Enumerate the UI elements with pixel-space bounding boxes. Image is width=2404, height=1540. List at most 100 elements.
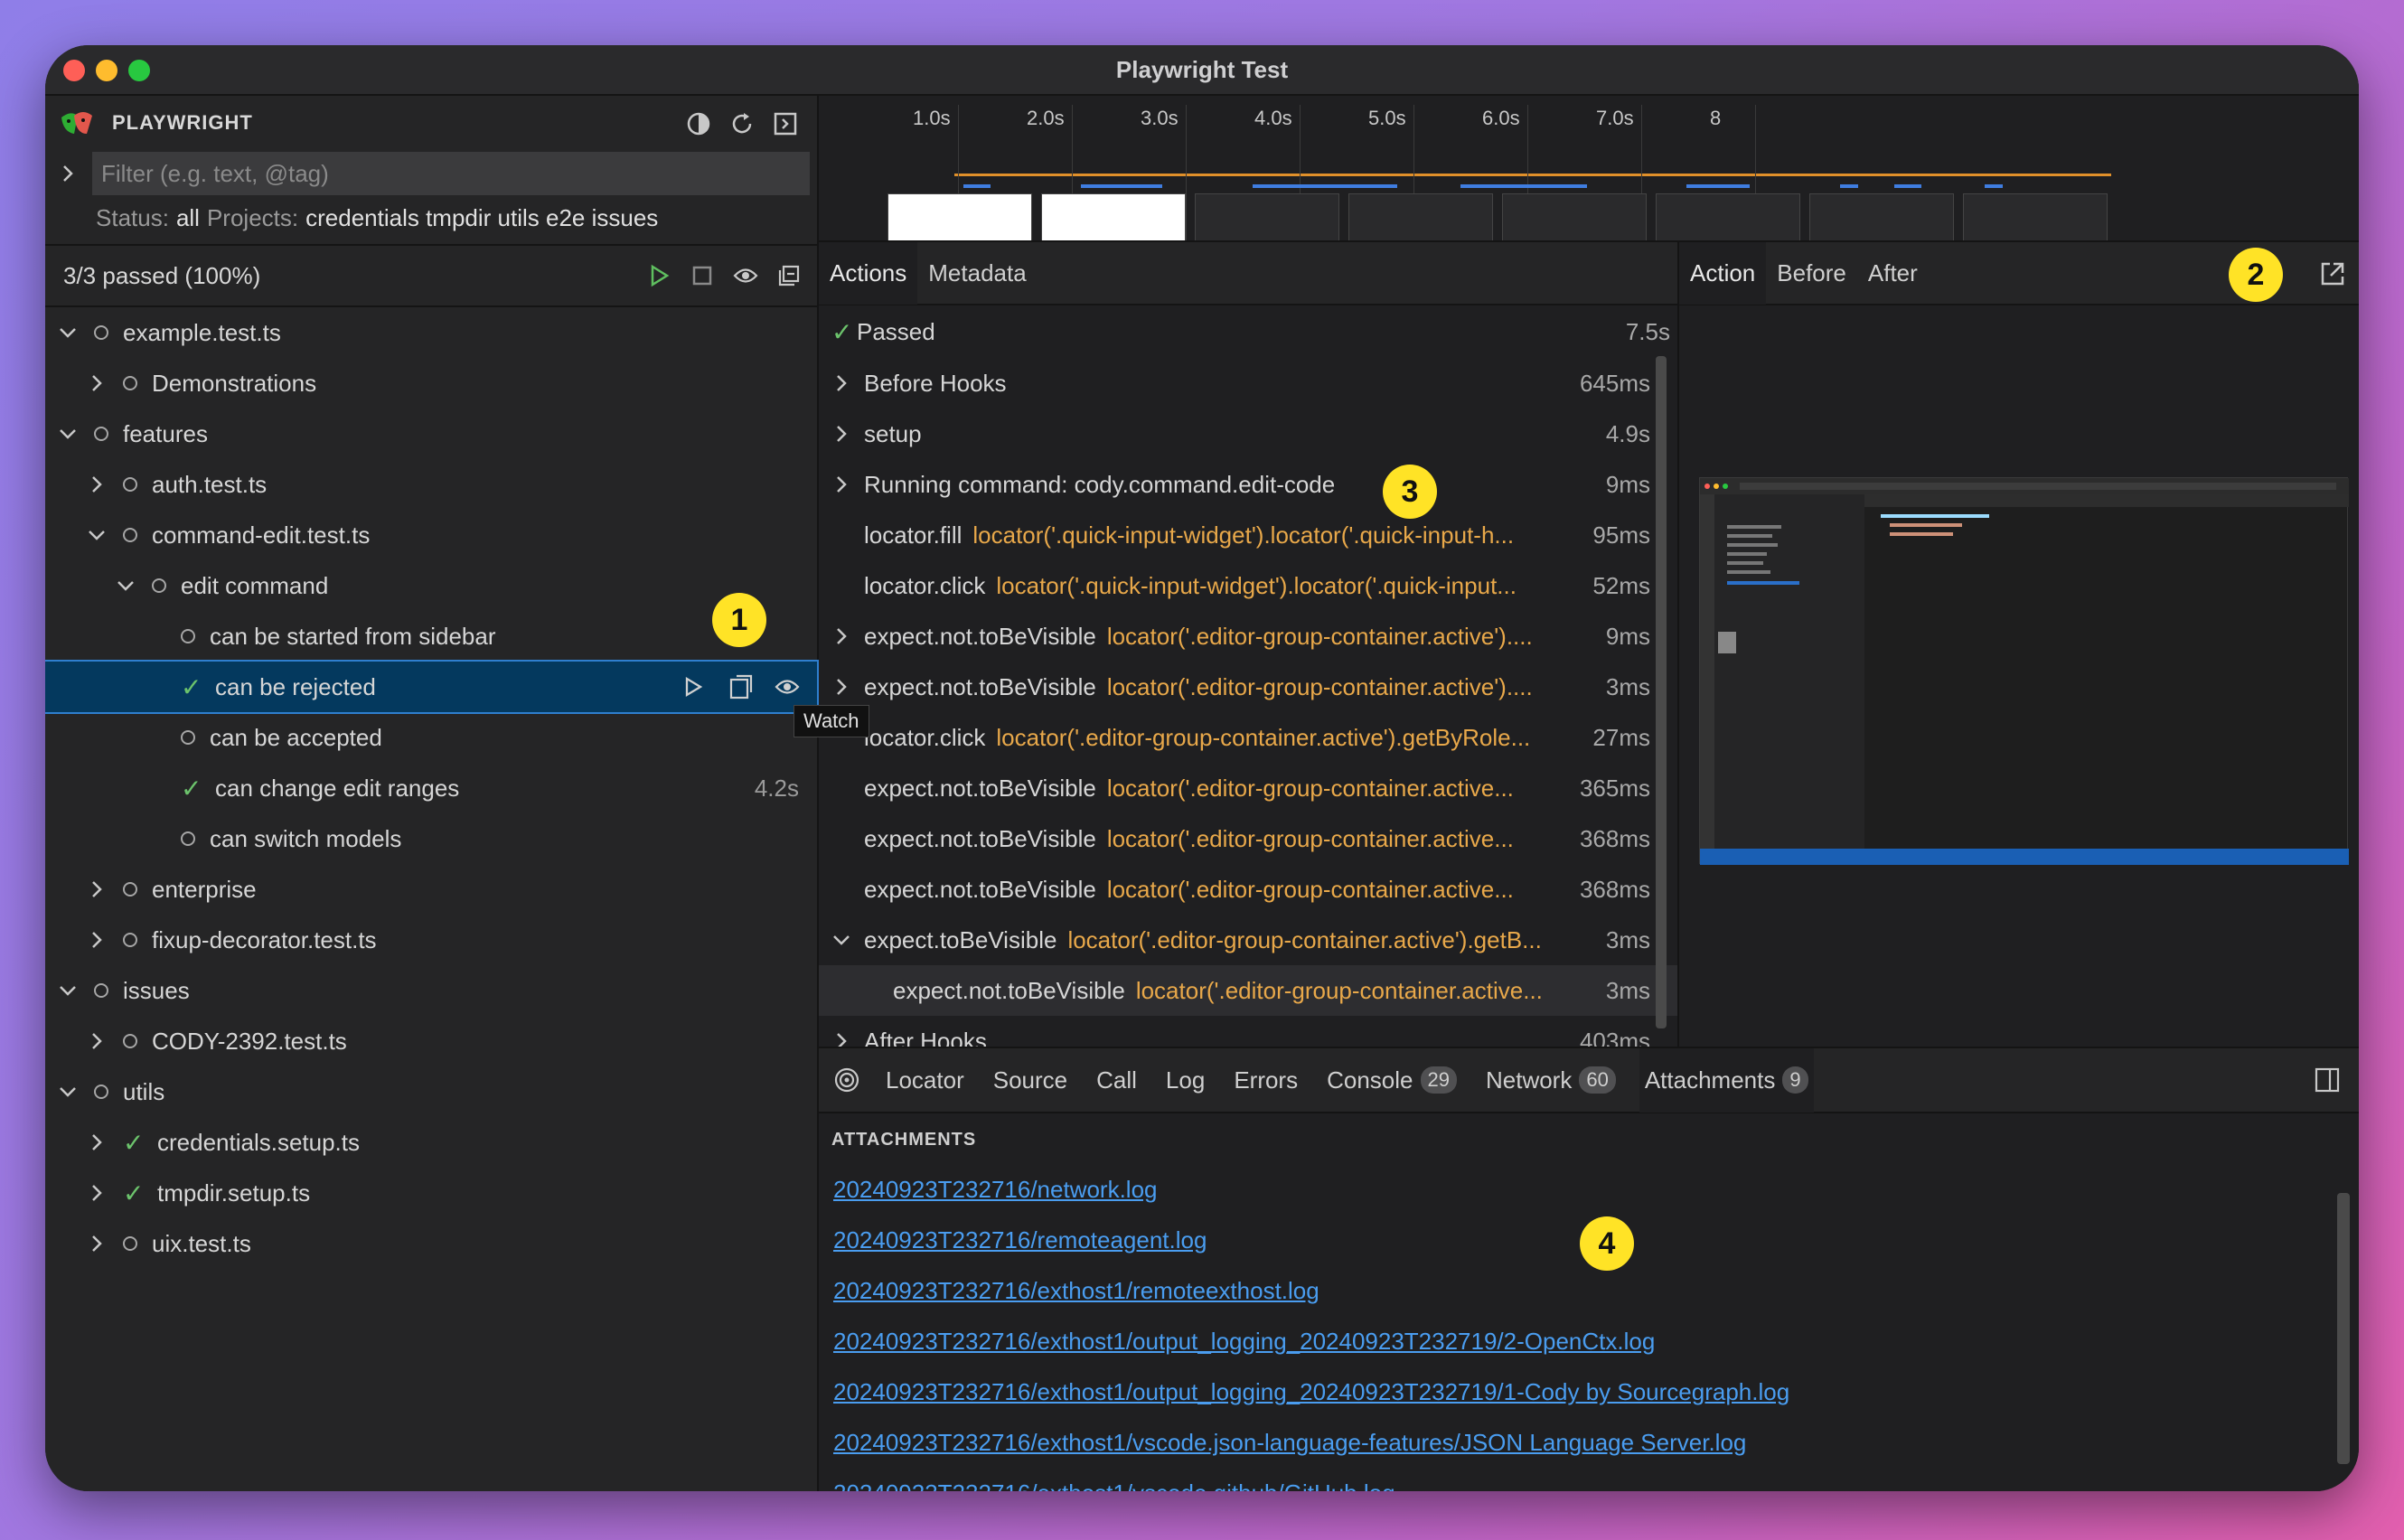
zoom-window-button[interactable] — [128, 60, 150, 81]
chevron-down-icon[interactable] — [87, 525, 107, 545]
open-snapshot-icon[interactable] — [2317, 258, 2348, 289]
tab-console[interactable]: Console 29 — [1321, 1048, 1462, 1113]
chevron-right-icon[interactable] — [87, 373, 107, 393]
tree-item[interactable]: can be accepted — [45, 712, 817, 763]
attachment-link[interactable]: 20240923T232716/exthost1/vscode.json-lan… — [819, 1417, 2359, 1468]
tab-metadata[interactable]: Metadata — [917, 242, 1037, 305]
chevron-down-icon[interactable] — [58, 424, 78, 444]
chevron-right-icon[interactable] — [831, 424, 851, 444]
tab-after[interactable]: After — [1857, 242, 1929, 305]
tree-item[interactable]: Demonstrations — [45, 358, 817, 408]
chevron-down-icon[interactable] — [58, 981, 78, 1000]
chevron-right-icon[interactable] — [87, 1132, 107, 1152]
minimize-window-button[interactable] — [96, 60, 117, 81]
action-row[interactable]: locator.click locator('.editor-group-cont… — [819, 712, 1677, 763]
chevron-right-icon[interactable] — [831, 474, 851, 494]
chevron-down-icon[interactable] — [58, 323, 78, 343]
chevron-down-icon[interactable] — [831, 930, 851, 950]
tree-item[interactable]: command-edit.test.ts — [45, 510, 817, 560]
tree-item[interactable]: issues — [45, 965, 817, 1016]
chevron-right-icon[interactable] — [831, 626, 851, 646]
timeline-screenshot-frame[interactable] — [1809, 193, 1954, 240]
timeline-screenshot-frame[interactable] — [1656, 193, 1800, 240]
attachment-link[interactable]: 20240923T232716/exthost1/remoteexthost.l… — [819, 1265, 2359, 1316]
tree-item[interactable]: utils — [45, 1066, 817, 1117]
chevron-right-icon[interactable] — [831, 677, 851, 697]
action-row[interactable]: Running command: cody.command.edit-code 9… — [819, 459, 1677, 510]
action-row[interactable]: Before Hooks 645ms — [819, 358, 1677, 408]
chevron-right-icon[interactable] — [87, 474, 107, 494]
chevron-right-icon[interactable] — [87, 1234, 107, 1254]
watch-all-icon[interactable] — [730, 260, 761, 291]
tab-log[interactable]: Log — [1160, 1048, 1210, 1113]
theme-toggle-icon[interactable] — [683, 108, 714, 139]
chevron-right-icon[interactable] — [87, 1031, 107, 1051]
tree-item[interactable]: CODY-2392.test.ts — [45, 1016, 817, 1066]
tree-item[interactable]: edit command — [45, 560, 817, 611]
action-row[interactable]: expect.not.toBeVisible locator('.editor-g… — [819, 662, 1677, 712]
attachment-link[interactable]: 20240923T232716/network.log — [819, 1164, 2359, 1215]
close-window-button[interactable] — [63, 60, 85, 81]
projects-value[interactable]: credentials tmpdir utils e2e issues — [305, 204, 658, 232]
status-filter-line[interactable]: Status: all Projects: credentials tmpdir… — [45, 197, 817, 239]
tree-item[interactable]: enterprise — [45, 864, 817, 915]
tab-network[interactable]: Network 60 — [1480, 1048, 1621, 1113]
pick-locator-icon[interactable] — [831, 1065, 862, 1095]
chevron-right-icon[interactable] — [831, 373, 851, 393]
tab-action[interactable]: Action — [1679, 242, 1767, 305]
timeline-screenshot-frame[interactable] — [1041, 193, 1186, 240]
action-row[interactable]: locator.click locator('.quick-input-widge… — [819, 560, 1677, 611]
run-test-icon[interactable] — [678, 671, 709, 702]
chevron-down-icon[interactable] — [58, 1082, 78, 1102]
timeline-screenshot-frame[interactable] — [1195, 193, 1339, 240]
tab-errors[interactable]: Errors — [1228, 1048, 1303, 1113]
chevron-right-icon[interactable] — [87, 930, 107, 950]
tree-item[interactable]: example.test.ts — [45, 307, 817, 358]
watch-test-icon[interactable] — [772, 671, 803, 702]
attachment-link[interactable]: 20240923T232716/exthost1/output_logging_… — [819, 1366, 2359, 1417]
stop-icon[interactable] — [687, 260, 718, 291]
collapse-sidebar-icon[interactable] — [770, 108, 801, 139]
action-row[interactable]: locator.fill locator('.quick-input-widget… — [819, 510, 1677, 560]
tree-item[interactable]: uix.test.ts — [45, 1218, 817, 1269]
reload-icon[interactable] — [727, 108, 757, 139]
action-row[interactable]: expect.toBeVisible locator('.editor-group… — [819, 915, 1677, 965]
tree-item[interactable]: ✓ tmpdir.setup.ts — [45, 1168, 817, 1218]
action-row[interactable]: expect.not.toBeVisible locator('.editor-g… — [819, 813, 1677, 864]
chevron-right-icon[interactable] — [87, 879, 107, 899]
actions-scrollbar[interactable] — [1656, 356, 1667, 1028]
tab-call[interactable]: Call — [1091, 1048, 1142, 1113]
tab-source[interactable]: Source — [988, 1048, 1073, 1113]
tree-item[interactable]: ✓ can be rejected — [45, 660, 819, 714]
tab-actions[interactable]: Actions — [819, 242, 918, 305]
action-row[interactable]: After Hooks 403ms — [819, 1016, 1677, 1047]
chevron-right-icon[interactable] — [87, 1183, 107, 1203]
action-row[interactable]: expect.not.toBeVisible locator('.editor-g… — [819, 864, 1677, 915]
tree-item[interactable]: ✓ credentials.setup.ts — [45, 1117, 817, 1168]
tree-item[interactable]: ✓ can change edit ranges 4.2s — [45, 763, 817, 813]
toggle-layout-icon[interactable] — [2312, 1065, 2343, 1095]
timeline-screenshot-frame[interactable] — [1502, 193, 1647, 240]
chevron-right-icon[interactable] — [58, 164, 78, 183]
status-value[interactable]: all — [176, 204, 200, 232]
timeline-screenshot-frame[interactable] — [1963, 193, 2108, 240]
tab-before[interactable]: Before — [1766, 242, 1857, 305]
tab-attachments[interactable]: Attachments 9 — [1639, 1048, 1814, 1113]
timeline-screenshot-frame[interactable] — [1348, 193, 1493, 240]
attachment-link[interactable]: 20240923T232716/exthost1/output_logging_… — [819, 1316, 2359, 1366]
tree-item[interactable]: can switch models — [45, 813, 817, 864]
action-row[interactable]: expect.not.toBeVisible locator('.editor-g… — [819, 965, 1677, 1016]
attachments-scrollbar[interactable] — [2337, 1193, 2350, 1464]
tree-item[interactable]: features — [45, 408, 817, 459]
action-row[interactable]: expect.not.toBeVisible locator('.editor-g… — [819, 611, 1677, 662]
trace-timeline[interactable]: 1.0s 2.0s 3.0s 4.0s 5.0s 6.0s 7.0s 8 — [819, 96, 2359, 242]
dom-snapshot-preview[interactable] — [1699, 477, 2349, 865]
filter-input[interactable] — [92, 152, 810, 195]
tab-locator[interactable]: Locator — [880, 1048, 970, 1113]
attachment-link[interactable]: 20240923T232716/exthost1/vscode.github/G… — [819, 1468, 2359, 1491]
run-all-icon[interactable] — [643, 260, 674, 291]
tree-item[interactable]: fixup-decorator.test.ts — [45, 915, 817, 965]
timeline-screenshot-frame[interactable] — [887, 193, 1032, 240]
collapse-all-icon[interactable] — [774, 260, 804, 291]
chevron-down-icon[interactable] — [116, 576, 136, 596]
